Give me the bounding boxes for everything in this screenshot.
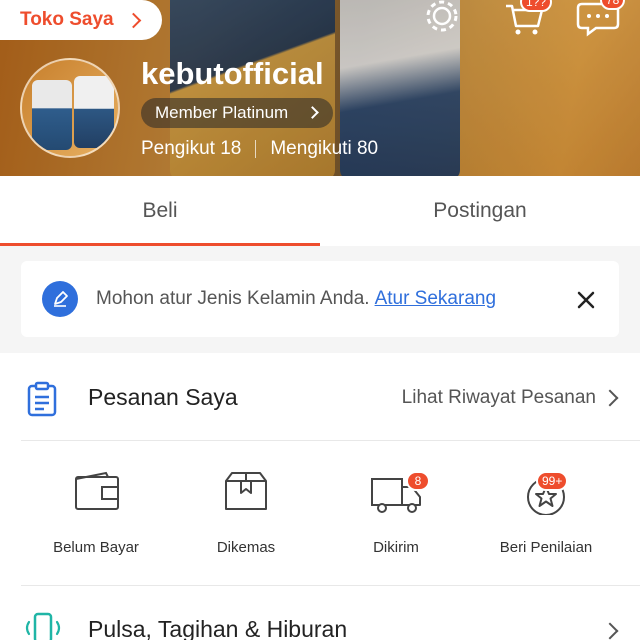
banner-message: Mohon atur Jenis Kelamin Anda. xyxy=(96,288,370,309)
atur-sekarang-link[interactable]: Atur Sekarang xyxy=(375,288,496,309)
orders-title: Pesanan Saya xyxy=(88,384,238,410)
following-count[interactable]: Mengikuti 80 xyxy=(270,138,378,160)
status-belum-bayar[interactable]: Belum Bayar xyxy=(50,471,142,556)
pulsa-title: Pulsa, Tagihan & Hiburan xyxy=(88,616,348,640)
chevron-right-icon xyxy=(306,106,319,119)
status-beri-penilaian[interactable]: 99+ Beri Penilaian xyxy=(500,471,592,556)
chat-button[interactable]: 78 xyxy=(576,0,626,38)
chevron-right-icon xyxy=(125,12,141,28)
pulsa-row[interactable]: Pulsa, Tagihan & Hiburan xyxy=(0,586,640,640)
username: kebutofficial xyxy=(141,56,324,91)
dikirim-badge: 8 xyxy=(406,471,430,491)
chevron-right-icon xyxy=(601,622,619,640)
cart-button[interactable]: 1?? xyxy=(502,0,553,38)
settings-button[interactable] xyxy=(420,0,464,38)
phone-signal-icon xyxy=(25,612,61,640)
tab-beli[interactable]: Beli xyxy=(0,176,320,246)
status-dikemas[interactable]: Dikemas xyxy=(200,471,292,556)
toko-saya-label: Toko Saya xyxy=(20,9,114,30)
wallet-icon xyxy=(75,471,119,510)
status-label: Dikemas xyxy=(216,539,276,556)
penilaian-badge: 99+ xyxy=(536,471,569,491)
cart-badge: 1?? xyxy=(520,0,553,12)
order-history-link[interactable]: Lihat Riwayat Pesanan xyxy=(402,387,596,409)
pen-icon xyxy=(42,281,78,317)
package-icon xyxy=(225,472,267,510)
follow-stats: Pengikut 18 Mengikuti 80 xyxy=(141,138,378,160)
member-level-button[interactable]: Member Platinum xyxy=(141,98,333,128)
avatar[interactable] xyxy=(20,58,120,158)
status-label: Beri Penilaian xyxy=(499,539,593,556)
member-level-label: Member Platinum xyxy=(155,103,289,122)
profile-header: Toko Saya 1?? 78 kebutofficial Member Pl… xyxy=(0,0,640,176)
status-label: Dikirim xyxy=(373,539,419,556)
followers-count[interactable]: Pengikut 18 xyxy=(141,138,241,160)
tab-postingan[interactable]: Postingan xyxy=(320,176,640,246)
clipboard-icon xyxy=(27,381,57,417)
close-icon[interactable] xyxy=(575,289,597,311)
orders-section: Pesanan Saya Lihat Riwayat Pesanan Belum… xyxy=(0,353,640,640)
profile-tabs: Beli Postingan xyxy=(0,176,640,246)
chevron-right-icon xyxy=(601,389,619,407)
toko-saya-button[interactable]: Toko Saya xyxy=(0,0,162,40)
status-dikirim[interactable]: 8 Dikirim xyxy=(350,471,442,556)
gear-icon xyxy=(426,0,458,32)
status-label: Belum Bayar xyxy=(53,539,139,556)
gender-reminder-banner: Mohon atur Jenis Kelamin Anda. Atur Sekar… xyxy=(21,261,619,337)
